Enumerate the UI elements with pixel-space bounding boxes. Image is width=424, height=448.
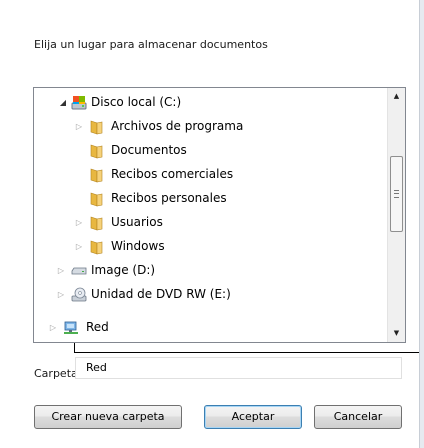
expand-open-icon[interactable]: ◢ bbox=[59, 98, 67, 108]
scroll-down-icon[interactable]: ▼ bbox=[388, 325, 405, 342]
dialog-instruction: Elija un lugar para almacenar documentos bbox=[34, 38, 268, 51]
folder-icon bbox=[89, 167, 105, 183]
tree-scrollbar[interactable]: ▲ ▼ bbox=[387, 88, 405, 342]
tree-item-image-d[interactable]: ▷ Image (D:) bbox=[34, 259, 387, 283]
tree-item-label: Recibos comerciales bbox=[111, 167, 234, 181]
network-icon bbox=[63, 320, 79, 336]
tree-item-label: Documentos bbox=[111, 143, 187, 157]
folder-icon bbox=[89, 119, 105, 135]
tree-item-label: Image (D:) bbox=[91, 263, 156, 277]
ok-button[interactable]: Aceptar bbox=[204, 405, 302, 429]
folder-icon bbox=[89, 215, 105, 231]
local-disk-icon bbox=[71, 95, 87, 111]
expand-closed-icon[interactable]: ▷ bbox=[49, 323, 57, 333]
tree-item-red[interactable]: ▷ Red bbox=[34, 316, 387, 340]
tree-item-label: Red bbox=[86, 320, 109, 334]
tree-item-documentos[interactable]: Documentos bbox=[34, 139, 387, 163]
tree-item-recibos-personales[interactable]: Recibos personales bbox=[34, 187, 387, 211]
tree-item-label: Disco local (C:) bbox=[91, 95, 182, 109]
tree-item-windows[interactable]: ▷ Windows bbox=[34, 235, 387, 259]
tree-item-disco-local[interactable]: ◢ Disco local (C:) bbox=[34, 91, 387, 115]
window-frame-edge bbox=[419, 0, 424, 448]
dvd-drive-icon bbox=[71, 287, 87, 303]
tree-item-usuarios[interactable]: ▷ Usuarios bbox=[34, 211, 387, 235]
folder-icon bbox=[89, 143, 105, 159]
expand-closed-icon[interactable]: ▷ bbox=[57, 290, 65, 300]
tree-item-label: Archivos de programa bbox=[111, 119, 244, 133]
grip-icon bbox=[394, 190, 399, 198]
folder-icon bbox=[89, 191, 105, 207]
scroll-up-icon[interactable]: ▲ bbox=[388, 88, 405, 105]
tree-item-label: Usuarios bbox=[111, 215, 163, 229]
folder-icon bbox=[89, 239, 105, 255]
callout-line bbox=[74, 352, 424, 353]
tree-item-archivos-de-programa[interactable]: ▷ Archivos de programa bbox=[34, 115, 387, 139]
tree-item-dvd-e[interactable]: ▷ Unidad de DVD RW (E:) bbox=[34, 283, 387, 307]
expand-closed-icon[interactable]: ▷ bbox=[75, 218, 83, 228]
cancel-button[interactable]: Cancelar bbox=[314, 405, 402, 429]
expand-closed-icon[interactable]: ▷ bbox=[75, 122, 83, 132]
folder-field[interactable]: Red bbox=[75, 357, 402, 379]
folder-picker-dialog: Elija un lugar para almacenar documentos… bbox=[0, 0, 424, 448]
expand-closed-icon[interactable]: ▷ bbox=[57, 266, 65, 276]
tree-item-label: Windows bbox=[111, 239, 165, 253]
tree-item-recibos-comerciales[interactable]: Recibos comerciales bbox=[34, 163, 387, 187]
tree-item-label: Recibos personales bbox=[111, 191, 227, 205]
expand-closed-icon[interactable]: ▷ bbox=[75, 242, 83, 252]
scrollbar-thumb[interactable] bbox=[390, 156, 403, 232]
drive-icon bbox=[71, 263, 87, 279]
folder-tree[interactable]: ◢ Disco local (C:) ▷ Archivos de program… bbox=[33, 87, 406, 343]
new-folder-button[interactable]: Crear nueva carpeta bbox=[34, 405, 182, 429]
tree-item-label: Unidad de DVD RW (E:) bbox=[91, 287, 231, 301]
